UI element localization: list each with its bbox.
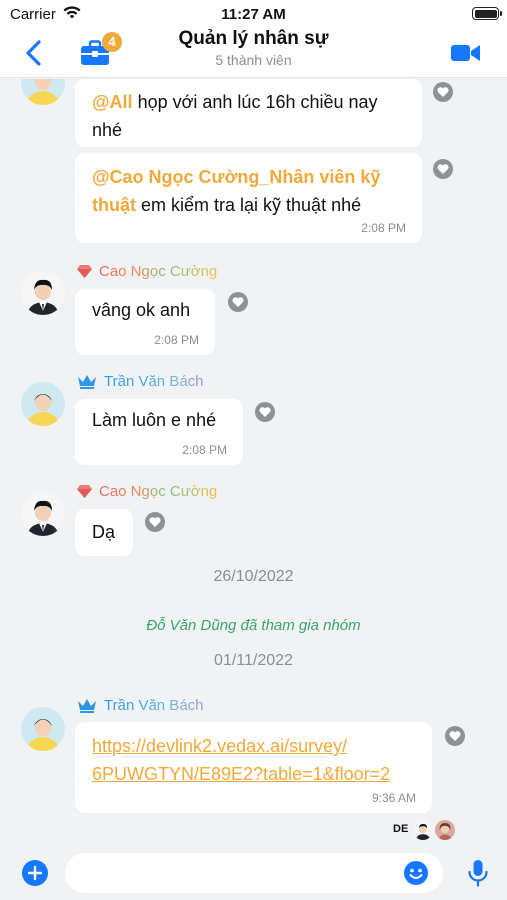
battery-icon bbox=[472, 7, 502, 20]
avatar-cao-ngoc-cuong[interactable] bbox=[21, 271, 65, 315]
message-link[interactable]: 6PUWGTYN/E89E2?table=1&floor=2 bbox=[92, 760, 415, 788]
mention-all[interactable]: @All bbox=[92, 92, 133, 112]
add-attachment-button[interactable] bbox=[22, 860, 48, 886]
sender-name: Trần Văn Bách bbox=[76, 373, 204, 394]
message-text: Làm luôn e nhé bbox=[92, 410, 217, 430]
reaction-heart-icon[interactable] bbox=[255, 402, 275, 422]
message-bubble[interactable]: vâng ok anh 2:08 PM bbox=[75, 289, 215, 355]
member-count: 5 thành viên bbox=[215, 52, 292, 68]
video-camera-icon[interactable] bbox=[451, 43, 481, 63]
avatar-tran-van-bach[interactable] bbox=[21, 382, 65, 426]
status-time: 11:27 AM bbox=[221, 6, 286, 23]
composer-bar bbox=[0, 848, 507, 900]
seen-initials: DE bbox=[393, 823, 409, 835]
chat-header: 4 Quản lý nhân sự 5 thành viên bbox=[0, 28, 507, 78]
message-text: em kiểm tra lại kỹ thuật nhé bbox=[136, 195, 362, 215]
reaction-heart-icon[interactable] bbox=[433, 82, 453, 102]
date-separator: 26/10/2022 bbox=[213, 568, 294, 585]
message-bubble[interactable]: Dạ bbox=[75, 509, 133, 556]
reaction-heart-icon[interactable] bbox=[433, 159, 453, 179]
message-bubble[interactable]: @Cao Ngọc Cường_Nhân viên kỹ thuật em ki… bbox=[75, 153, 422, 243]
status-bar: Carrier 11:27 AM bbox=[0, 0, 507, 28]
diamond-icon bbox=[76, 484, 93, 504]
emoji-icon[interactable] bbox=[403, 860, 429, 886]
message-bubble[interactable]: Làm luôn e nhé 2:08 PM bbox=[75, 399, 243, 465]
message-time: 2:08 PM bbox=[154, 333, 199, 347]
reaction-heart-icon[interactable] bbox=[228, 292, 248, 312]
diamond-icon bbox=[76, 264, 93, 284]
crown-icon bbox=[76, 373, 98, 394]
sender-name: Cao Ngọc Cường bbox=[76, 263, 217, 284]
seen-avatar bbox=[435, 820, 455, 840]
message-bubble[interactable]: @All họp với anh lúc 16h chiều nay nhé bbox=[75, 79, 422, 147]
message-time: 2:08 PM bbox=[182, 443, 227, 457]
message-list[interactable]: @All họp với anh lúc 16h chiều nay nhé @… bbox=[0, 79, 507, 848]
sender-name: Trần Văn Bách bbox=[76, 697, 204, 718]
reaction-heart-icon[interactable] bbox=[445, 726, 465, 746]
message-text: Dạ bbox=[92, 522, 116, 542]
microphone-icon[interactable] bbox=[466, 858, 490, 888]
avatar-cao-ngoc-cuong[interactable] bbox=[21, 492, 65, 536]
message-time: 9:36 AM bbox=[371, 791, 416, 805]
system-message: Đỗ Văn Dũng đã tham gia nhóm bbox=[146, 617, 361, 634]
crown-icon bbox=[76, 697, 98, 718]
sender-name: Cao Ngọc Cường bbox=[76, 483, 217, 504]
message-input[interactable] bbox=[65, 853, 443, 893]
seen-avatar bbox=[413, 820, 433, 840]
date-separator: 01/11/2022 bbox=[214, 652, 293, 669]
message-bubble[interactable]: https://devlink2.vedax.ai/survey/ 6PUWGT… bbox=[75, 722, 432, 813]
message-text: vâng ok anh bbox=[92, 300, 191, 320]
avatar-tran-van-bach[interactable] bbox=[21, 79, 65, 105]
message-link[interactable]: https://devlink2.vedax.ai/survey/ bbox=[92, 732, 415, 760]
reaction-heart-icon[interactable] bbox=[145, 512, 165, 532]
message-text: họp với anh lúc 16h chiều nay nhé bbox=[92, 92, 378, 140]
seen-by: DE bbox=[393, 819, 483, 843]
message-time: 2:08 PM bbox=[361, 221, 406, 235]
avatar-tran-van-bach[interactable] bbox=[21, 707, 65, 751]
group-title: Quản lý nhân sự bbox=[178, 28, 329, 49]
